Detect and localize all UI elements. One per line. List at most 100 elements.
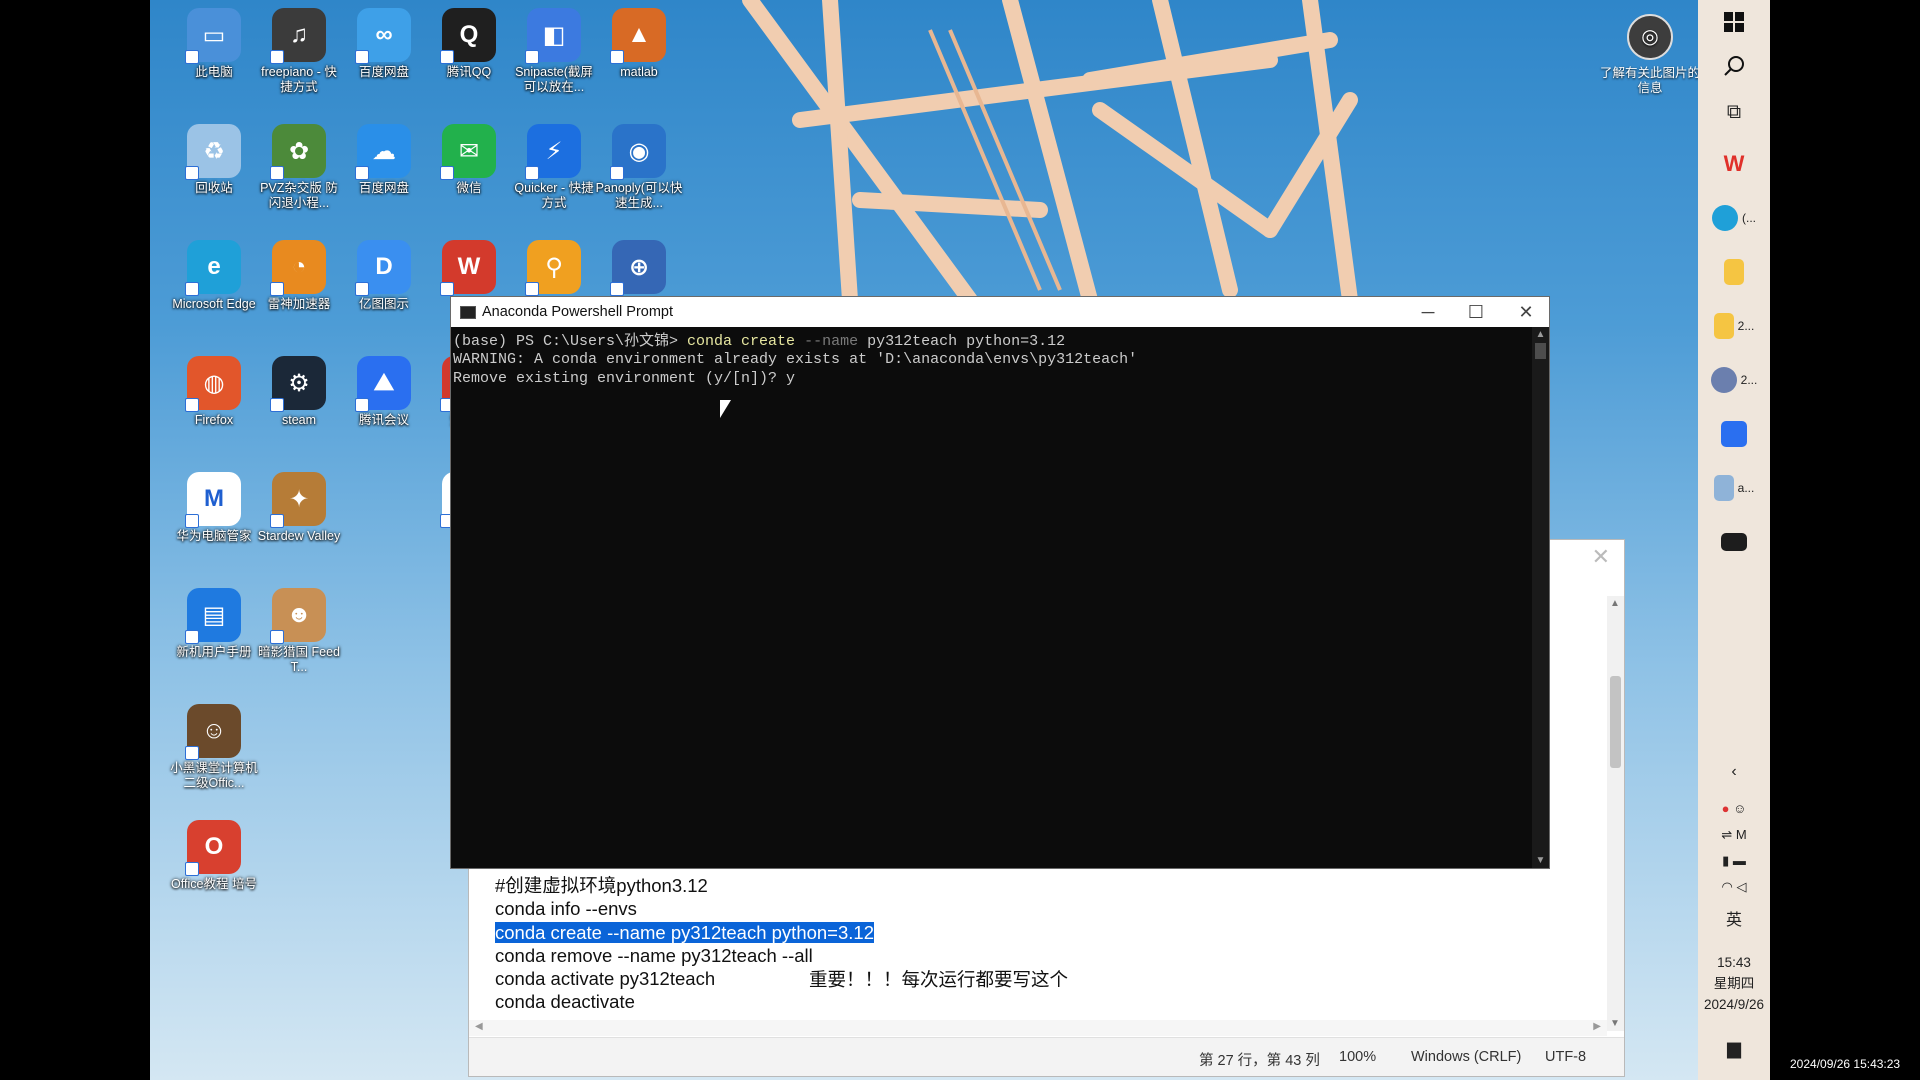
taskbar-wps[interactable]: W: [1698, 144, 1770, 184]
editor-note: 重要！！！每次运行都要写这个: [809, 969, 1069, 990]
recycle-bin-icon: ♻: [185, 124, 241, 180]
desktop-icon-user-manual[interactable]: ▤ 新机用户手册: [170, 584, 258, 684]
volume-icon[interactable]: ◁: [1736, 879, 1746, 894]
plant-icon: ✿: [270, 124, 326, 180]
desktop-icon-wechat[interactable]: ✉ 微信: [425, 120, 513, 220]
taskbar-folder-2[interactable]: 2...: [1698, 306, 1770, 346]
spotlight-info-widget[interactable]: ◎ 了解有关此图片的信息: [1600, 14, 1700, 96]
desktop-icon-qq[interactable]: Q 腾讯QQ: [425, 4, 513, 104]
show-hidden-icons-button[interactable]: ‹: [1698, 760, 1770, 784]
notepad-scroll-thumb[interactable]: [1610, 676, 1621, 768]
tray-huawei-icon[interactable]: M: [1736, 827, 1747, 842]
scroll-left-icon[interactable]: ◀: [475, 1021, 483, 1032]
anaconda-prompt-window[interactable]: Anaconda Powershell Prompt ─ ☐ ✕ (base) …: [450, 296, 1550, 869]
scroll-up-icon[interactable]: ▲: [1610, 598, 1620, 609]
taskbar-folder-1[interactable]: [1698, 252, 1770, 292]
zoom-level: 100%: [1339, 1049, 1377, 1065]
editor-line: conda info --envs: [495, 898, 637, 920]
notepad-vertical-scrollbar[interactable]: ▲ ▼: [1607, 596, 1624, 1031]
notepad-close-button[interactable]: ✕: [1592, 544, 1610, 570]
desktop-icon-edraw[interactable]: D 亿图图示: [340, 236, 428, 336]
task-view-icon: ⧉: [1726, 100, 1742, 123]
ime-indicator[interactable]: 英: [1698, 906, 1770, 930]
teacher-avatar-icon: ☺: [185, 704, 241, 760]
desktop-icon-stardew[interactable]: ✦ Stardew Valley: [255, 468, 343, 568]
close-button[interactable]: ✕: [1511, 301, 1541, 323]
camera-lens-icon: ◎: [1627, 14, 1673, 60]
edge-icon: [1712, 205, 1738, 231]
tray-settings-icon[interactable]: ⇌: [1721, 827, 1732, 842]
desktop-icon-huawei-manager[interactable]: M 华为电脑管家: [170, 468, 258, 568]
cloud-icon: ☁: [355, 124, 411, 180]
editor-line: conda remove --name py312teach --all: [495, 944, 813, 966]
scroll-right-icon[interactable]: ▶: [1593, 1021, 1601, 1032]
chicken-icon: ✦: [270, 472, 326, 528]
firefox-icon: ◍: [185, 356, 241, 412]
terminal-scrollbar[interactable]: ▲ ▼: [1532, 327, 1549, 868]
qq-penguin-icon: Q: [440, 8, 496, 64]
minimize-button[interactable]: ─: [1413, 301, 1443, 323]
desktop-icon-panoply[interactable]: ◉ Panoply(可以快速生成...: [595, 120, 683, 220]
terminal-title-bar[interactable]: Anaconda Powershell Prompt ─ ☐ ✕: [451, 297, 1549, 327]
tray-network-card-icon[interactable]: ▬: [1733, 853, 1746, 868]
task-view-button[interactable]: ⧉: [1698, 92, 1770, 132]
taskbar-terminal[interactable]: [1698, 522, 1770, 562]
netdisk-icon: ∞: [355, 8, 411, 64]
notepad-horizontal-scrollbar[interactable]: ◀ ▶: [469, 1020, 1607, 1036]
tray-usb-icon[interactable]: ▮: [1722, 853, 1729, 868]
desktop-icon-firefox[interactable]: ◍ Firefox: [170, 352, 258, 452]
wps-icon: W: [1723, 151, 1745, 176]
search-icon: [1724, 56, 1744, 76]
desktop-icon-this-pc[interactable]: ▭ 此电脑: [170, 4, 258, 104]
terminal-icon: [460, 305, 476, 319]
taskbar-file[interactable]: a...: [1698, 468, 1770, 508]
notepad-editor[interactable]: #创建虚拟环境python3.12 conda info --envs conda …: [495, 874, 874, 1014]
desktop-icon-feed-game[interactable]: ☻ 暗影猎国 Feed T...: [255, 584, 343, 684]
terminal-warning-line: WARNING: A conda environment already exi…: [453, 351, 1138, 369]
desktop-icon-quicker[interactable]: ⚡ Quicker - 快捷方式: [510, 120, 598, 220]
notification-button[interactable]: ▆: [1698, 1028, 1770, 1068]
desktop-icon-baidu-netdisk-2[interactable]: ☁ 百度网盘: [340, 120, 428, 220]
desktop-icon-office-tutorial[interactable]: O Office教程 培号: [170, 816, 258, 916]
system-tray: ● ☺ ⇌ M ▮ ▬ ◠ ◁: [1714, 796, 1754, 900]
taskbar-edge[interactable]: (...: [1698, 198, 1770, 238]
desktop-icon-edge[interactable]: e Microsoft Edge: [170, 236, 258, 336]
terminal-scroll-thumb[interactable]: [1535, 343, 1546, 359]
start-button[interactable]: [1698, 2, 1770, 42]
desktop-icon-tencent-meeting[interactable]: ⛰ 腾讯会议: [340, 352, 428, 452]
desktop-icon-freepiano[interactable]: ♫ freepiano - 快捷方式: [255, 4, 343, 104]
desktop-icon-matlab[interactable]: ▲ matlab: [595, 4, 683, 104]
desktop-icon-xiaohei-office[interactable]: ☺ 小黑课堂计算机二级Offic...: [170, 700, 258, 800]
globe-icon: ◉: [610, 124, 666, 180]
scroll-down-icon[interactable]: ▼: [1610, 1018, 1620, 1029]
editor-line: #创建虚拟环境python3.12: [495, 875, 708, 896]
wifi-icon[interactable]: ◠: [1722, 879, 1733, 894]
search-button[interactable]: [1698, 46, 1770, 86]
taskbar-tencent-meeting[interactable]: [1698, 414, 1770, 454]
desktop-icon-steam[interactable]: ⚙ steam: [255, 352, 343, 452]
selected-text[interactable]: conda create --name py312teach python=3.…: [495, 921, 874, 943]
matlab-icon: ▲: [610, 8, 666, 64]
snipaste-icon: ◧: [525, 8, 581, 64]
tray-app-icon[interactable]: ●: [1722, 801, 1730, 816]
desktop: ▭ 此电脑 ♫ freepiano - 快捷方式 ∞ 百度网盘 Q 腾讯QQ ◧ Snip…: [150, 0, 1770, 1080]
terminal-output[interactable]: (base) PS C:\Users\孙文锦> conda create --n…: [451, 327, 1549, 388]
meeting-icon: ⛰: [355, 356, 411, 412]
desktop-icon-pvz[interactable]: ✿ PVZ杂交版 防闪退小程...: [255, 120, 343, 220]
desktop-icon-snipaste[interactable]: ◧ Snipaste(截屏可以放在...: [510, 4, 598, 104]
scroll-down-icon[interactable]: ▼: [1532, 855, 1549, 866]
desktop-icon-leishen[interactable]: ◔ 雷神加速器: [255, 236, 343, 336]
taskbar: ⧉ W (... 2... 2... a... ‹ ● ☺ ⇌ M ▮ ▬ ◠ …: [1698, 0, 1770, 1080]
windows-logo-icon: [1724, 12, 1744, 32]
taskbar-avatar-app[interactable]: 2...: [1698, 360, 1770, 400]
desktop-icon-recycle-bin[interactable]: ♻ 回收站: [170, 120, 258, 220]
line-ending: Windows (CRLF): [1411, 1049, 1522, 1065]
desktop-icon-baidu-netdisk[interactable]: ∞ 百度网盘: [340, 4, 428, 104]
notepad-status-bar: 第 27 行，第 43 列 100% Windows (CRLF) UTF-8: [469, 1037, 1624, 1076]
maximize-button[interactable]: ☐: [1461, 301, 1491, 323]
edge-icon: e: [185, 240, 241, 296]
tray-qq-icon[interactable]: ☺: [1733, 801, 1746, 816]
scroll-up-icon[interactable]: ▲: [1532, 329, 1549, 340]
wechat-icon: ✉: [440, 124, 496, 180]
taskbar-clock[interactable]: 15:43 星期四 2024/9/26: [1698, 952, 1770, 1015]
